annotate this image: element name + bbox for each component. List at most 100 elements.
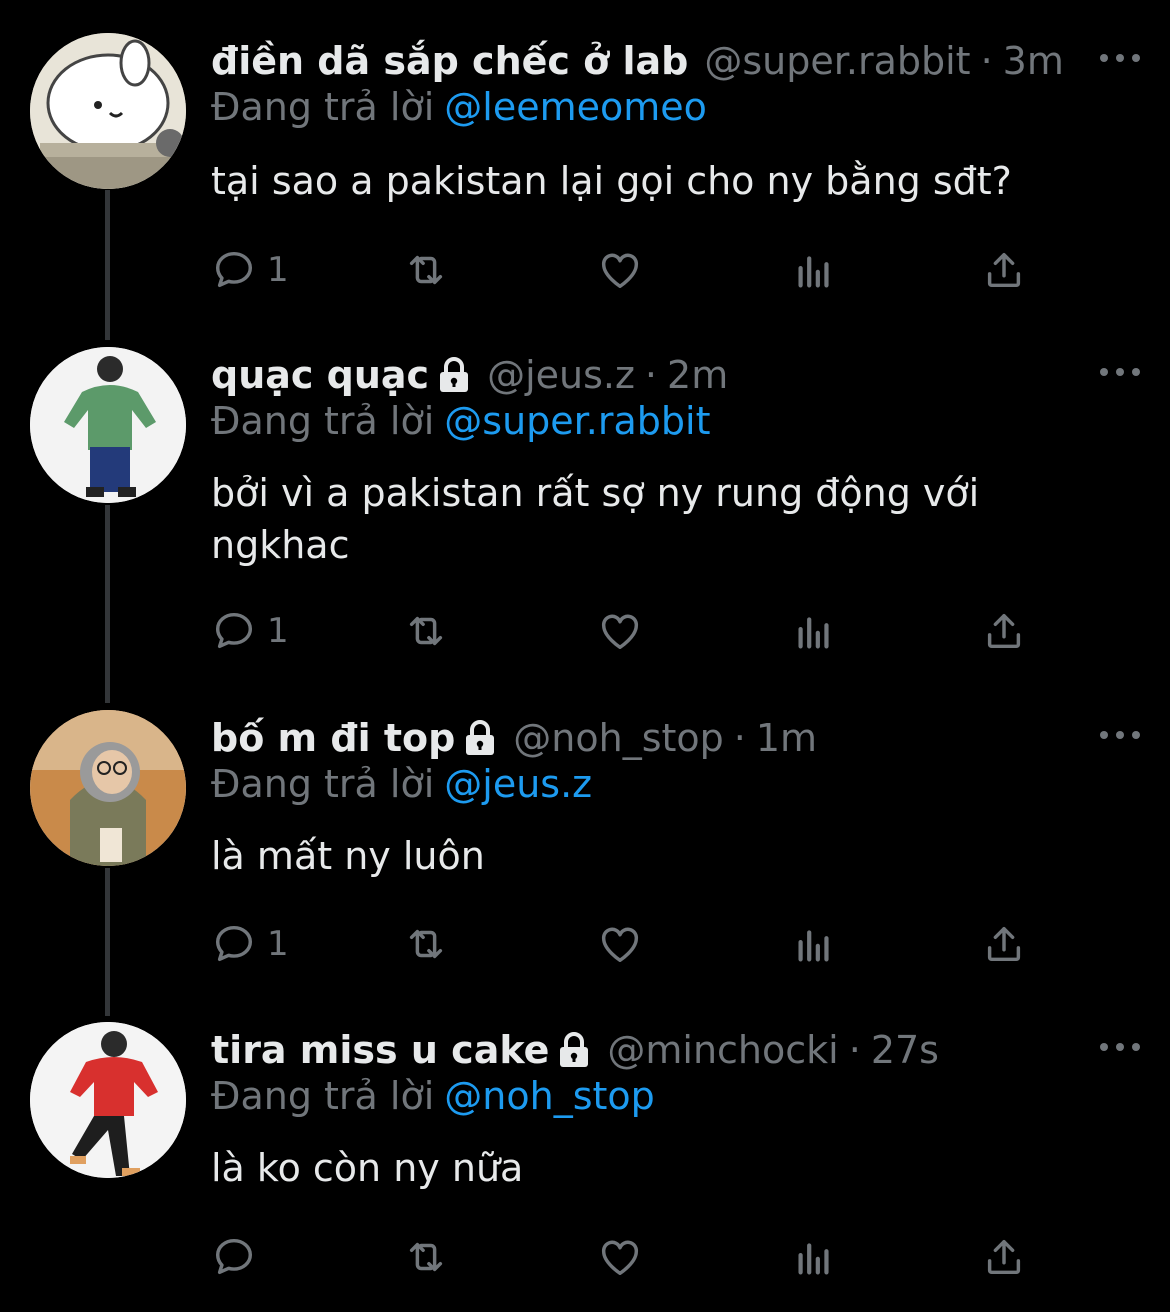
thread-line xyxy=(105,868,110,1016)
reply-count: 1 xyxy=(267,924,289,964)
more-options-icon[interactable] xyxy=(1100,357,1140,387)
retweet-icon xyxy=(409,1242,443,1272)
reply-icon xyxy=(215,1238,253,1275)
avatar[interactable] xyxy=(30,33,186,189)
views-chart-icon xyxy=(798,930,829,962)
mention-link[interactable]: @leemeomeo xyxy=(444,85,707,129)
separator-dot: · xyxy=(733,716,746,760)
avatar[interactable] xyxy=(30,710,186,866)
timestamp[interactable]: 3m xyxy=(1003,39,1064,83)
reply-button[interactable]: 1 xyxy=(211,245,289,295)
more-options-icon[interactable] xyxy=(1100,720,1140,750)
reply-context: Đang trả lời @super.rabbit xyxy=(211,399,711,443)
reply-button[interactable]: 1 xyxy=(211,919,289,969)
share-button[interactable] xyxy=(981,1232,1027,1282)
reply-icon xyxy=(215,925,253,962)
retweet-icon xyxy=(409,616,443,646)
mention-link[interactable]: @super.rabbit xyxy=(444,399,710,443)
share-icon xyxy=(987,613,1021,649)
reply-button[interactable] xyxy=(211,1232,267,1282)
tweet-header: điền dã sắp chếc ở lab @super.rabbit · 3… xyxy=(211,33,1064,89)
heart-icon xyxy=(601,927,639,963)
person-green-hoodie-icon xyxy=(30,347,186,503)
action-bar: 1 xyxy=(211,245,1041,295)
person-glasses-hoodie-icon xyxy=(30,710,186,866)
share-icon xyxy=(987,252,1021,288)
thread-line xyxy=(105,190,110,340)
reply-prefix: Đang trả lời xyxy=(211,399,435,443)
separator-dot: · xyxy=(980,39,993,83)
more-options-icon[interactable] xyxy=(1100,43,1140,73)
lock-icon xyxy=(557,1030,591,1070)
retweet-button[interactable] xyxy=(403,606,449,656)
avatar[interactable] xyxy=(30,347,186,503)
display-name[interactable]: điền dã sắp chếc ở lab xyxy=(211,39,688,83)
tweet-text: bởi vì a pakistan rất sợ ny rung động vớ… xyxy=(211,471,980,567)
display-name[interactable]: quạc quạc xyxy=(211,353,429,397)
tweet-text: tại sao a pakistan lại gọi cho ny bằng s… xyxy=(211,159,1012,203)
views-chart-icon xyxy=(798,1243,829,1275)
action-bar xyxy=(211,1232,1041,1282)
timestamp[interactable]: 2m xyxy=(667,353,728,397)
user-handle[interactable]: @minchocki xyxy=(607,1028,838,1072)
reply-prefix: Đang trả lời xyxy=(211,762,435,806)
reply-context: Đang trả lời @noh_stop xyxy=(211,1074,655,1118)
user-handle[interactable]: @noh_stop xyxy=(513,716,723,760)
reply-prefix: Đang trả lời xyxy=(211,85,435,129)
separator-dot: · xyxy=(644,353,658,397)
like-button[interactable] xyxy=(597,919,643,969)
share-button[interactable] xyxy=(981,245,1027,295)
person-red-hoodie-icon xyxy=(30,1022,186,1178)
action-bar: 1 xyxy=(211,919,1041,969)
mention-link[interactable]: @jeus.z xyxy=(444,762,592,806)
views-chart-icon xyxy=(798,256,829,288)
reply-count: 1 xyxy=(267,611,289,651)
more-options-icon[interactable] xyxy=(1100,1032,1140,1062)
views-button[interactable] xyxy=(791,919,837,969)
views-chart-icon xyxy=(798,617,829,649)
views-button[interactable] xyxy=(791,245,837,295)
retweet-icon xyxy=(409,929,443,959)
like-button[interactable] xyxy=(597,1232,643,1282)
retweet-icon xyxy=(409,255,443,285)
display-name[interactable]: bố m đi top xyxy=(211,716,455,760)
tweet-text: là ko còn ny nữa xyxy=(211,1146,524,1190)
reply-icon xyxy=(215,612,253,649)
lock-icon xyxy=(437,355,471,395)
heart-icon xyxy=(601,1240,639,1276)
reply-context: Đang trả lời @leemeomeo xyxy=(211,85,707,129)
reply-count: 1 xyxy=(267,250,289,290)
tweet-header: tira miss u cake @minchocki · 27s xyxy=(211,1022,939,1078)
reply-prefix: Đang trả lời xyxy=(211,1074,435,1118)
share-button[interactable] xyxy=(981,606,1027,656)
like-button[interactable] xyxy=(597,606,643,656)
reply-button[interactable]: 1 xyxy=(211,606,289,656)
lock-icon xyxy=(463,718,497,758)
thread-line xyxy=(105,505,110,703)
heart-icon xyxy=(601,614,639,650)
reply-context: Đang trả lời @jeus.z xyxy=(211,762,592,806)
tweet-header: quạc quạc @jeus.z · 2m xyxy=(211,347,728,403)
user-handle[interactable]: @jeus.z xyxy=(487,353,635,397)
retweet-button[interactable] xyxy=(403,919,449,969)
views-button[interactable] xyxy=(791,606,837,656)
avatar[interactable] xyxy=(30,1022,186,1178)
retweet-button[interactable] xyxy=(403,245,449,295)
tweet-text: là mất ny luôn xyxy=(211,834,485,878)
reply-icon xyxy=(215,251,253,288)
user-handle[interactable]: @super.rabbit xyxy=(704,39,970,83)
views-button[interactable] xyxy=(791,1232,837,1282)
heart-icon xyxy=(601,253,639,289)
share-icon xyxy=(987,926,1021,962)
share-icon xyxy=(987,1239,1021,1275)
timestamp[interactable]: 27s xyxy=(871,1028,939,1072)
like-button[interactable] xyxy=(597,245,643,295)
timestamp[interactable]: 1m xyxy=(756,716,817,760)
tweet-header: bố m đi top @noh_stop · 1m xyxy=(211,710,817,766)
action-bar: 1 xyxy=(211,606,1041,656)
cartoon-rabbit-icon xyxy=(30,33,186,189)
display-name[interactable]: tira miss u cake xyxy=(211,1028,549,1072)
retweet-button[interactable] xyxy=(403,1232,449,1282)
mention-link[interactable]: @noh_stop xyxy=(444,1074,654,1118)
share-button[interactable] xyxy=(981,919,1027,969)
